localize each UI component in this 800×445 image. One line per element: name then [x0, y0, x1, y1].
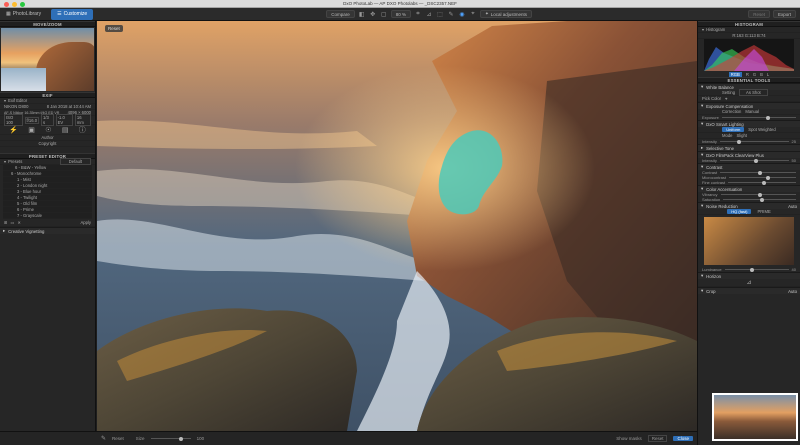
crop-section[interactable]: ▾ Crop Auto	[698, 287, 800, 294]
close-local-button[interactable]: Close	[673, 436, 693, 441]
presets-filter-select[interactable]: Default	[59, 158, 91, 165]
window-title: DxO PhotoLab — AP DXO Photolabs — _DSC23…	[343, 1, 457, 6]
metering-icon: ▣	[28, 126, 35, 134]
chevron-down-icon: ▾	[701, 84, 704, 89]
contrast-section[interactable]: ▾ Contrast	[698, 163, 800, 170]
histogram-graph	[704, 39, 794, 71]
perspective-icon[interactable]: ⬚	[436, 10, 444, 18]
local-adjustments-button[interactable]: ✦ Local adjustments	[479, 10, 533, 18]
chevron-down-icon: ▾	[4, 159, 7, 164]
move-zoom-header: MOVE/ZOOM	[0, 21, 95, 27]
reset-local-button[interactable]: Reset	[647, 435, 668, 442]
trash-icon[interactable]: ✕	[17, 220, 21, 225]
navigator-thumbnail[interactable]	[1, 28, 94, 91]
brush-icon[interactable]: ✎	[101, 435, 106, 442]
brush-icon: ✦	[484, 11, 489, 16]
noise-reduction-section[interactable]: ▾ Noise Reduction Auto	[698, 202, 800, 209]
exif-icons-row: ⚡ ▣ ☉ ▤ ⓘ	[0, 125, 95, 135]
hq-fast-button[interactable]: HQ (fast)	[727, 209, 752, 214]
photo-canvas[interactable]	[97, 21, 697, 431]
filmstrip-thumbnail[interactable]	[712, 393, 798, 441]
close-window-button[interactable]	[4, 1, 9, 7]
zoom-select[interactable]: 80 %	[390, 10, 411, 18]
tab-customize[interactable]: ☰ Customize	[51, 8, 94, 20]
repair-icon[interactable]: ✎	[447, 10, 455, 18]
horizon-section[interactable]: ▾ Horizon	[698, 272, 800, 279]
horizon-icon[interactable]: ⊿	[425, 10, 433, 18]
size-label: Size	[135, 436, 145, 441]
spot-weighted-button[interactable]: Spot Weighted	[748, 127, 775, 132]
chevron-down-icon: ▾	[701, 121, 704, 126]
navigator-sea	[1, 68, 46, 91]
chevron-down-icon: ▾	[4, 98, 7, 103]
smart-lighting-section[interactable]: ▾ DxO Smart Lighting	[698, 120, 800, 127]
move-icon[interactable]: ✥	[369, 10, 377, 18]
maximize-window-button[interactable]	[20, 1, 25, 7]
local-adjust-bar: ✎ Reset Size 100 Show masks Reset Close	[97, 431, 697, 445]
clearview-section[interactable]: ▾ DxO FilmPack ClearView Plus	[698, 151, 800, 158]
eyedropper-icon[interactable]: ⌖	[469, 10, 477, 18]
window-controls	[4, 1, 25, 7]
fit-icon[interactable]: ▢	[380, 10, 388, 18]
channel-rgb[interactable]: RGB	[728, 71, 742, 77]
chevron-down-icon: ▾	[701, 203, 704, 208]
exposure-section[interactable]: ▾ Exposure Compensation	[698, 102, 800, 109]
show-masks-toggle[interactable]: Show masks	[616, 436, 642, 441]
reset-mask-button[interactable]: Reset	[112, 436, 124, 441]
left-bottom-bar	[0, 431, 97, 445]
chevron-right-icon: ▸	[701, 145, 704, 150]
level-icon[interactable]: ⊿	[746, 279, 751, 286]
minimize-window-button[interactable]	[12, 1, 17, 7]
noise-preview	[704, 217, 794, 265]
chevron-down-icon: ▾	[701, 288, 704, 293]
raw-icon: ▤	[61, 126, 69, 134]
compare-button[interactable]: Compare	[326, 10, 355, 18]
preset-list: 6 - B&W - Yellow 6 - Monochrome 1 - Mist…	[3, 165, 92, 219]
reset-button[interactable]: Reset	[748, 10, 770, 18]
sun-glow	[97, 21, 697, 431]
zoom-value: 100	[196, 436, 205, 441]
main-toolbar: ▦ PhotoLibrary ☰ Customize Compare ◧ ✥ ▢ 8…	[0, 8, 800, 21]
export-button[interactable]: Export	[772, 10, 796, 18]
apply-button[interactable]: Apply	[81, 220, 91, 225]
sliders-icon: ☰	[57, 11, 62, 17]
creative-vignetting-row[interactable]: ▸ Creative Vignetting	[0, 227, 95, 234]
crop-icon[interactable]: ⌗	[414, 10, 422, 18]
channel-l[interactable]: L	[767, 72, 769, 77]
chevron-down-icon: ▾	[701, 273, 704, 278]
right-panel: HISTOGRAM ▾ Histogram R:163 G:113 B:74 RG…	[697, 21, 800, 445]
left-panel: MOVE/ZOOM EXIF ▾ Exif Editor NIKON D800 8 …	[0, 21, 96, 431]
chevron-down-icon: ▾	[701, 103, 704, 108]
eyedropper-icon[interactable]: ⌖	[725, 96, 727, 101]
uniform-button[interactable]: Uniform	[722, 127, 745, 132]
channel-g[interactable]: G	[753, 72, 756, 77]
grid-icon: ▦	[6, 11, 11, 17]
folder-icon[interactable]: ▭	[11, 220, 15, 225]
horizon-tool-row: ⊿	[698, 279, 800, 287]
channel-r[interactable]: R	[746, 72, 749, 77]
tab-photolibrary[interactable]: ▦ PhotoLibrary	[0, 9, 47, 20]
selective-tone-section[interactable]: ▸ Selective Tone	[698, 144, 800, 151]
title-bar: DxO PhotoLab — AP DXO Photolabs — _DSC23…	[0, 0, 800, 8]
before-after-icon[interactable]: ◧	[358, 10, 366, 18]
noise-mode-row: HQ (fast) PRIME	[698, 209, 800, 215]
info-icon: ⓘ	[78, 126, 86, 134]
prime-button[interactable]: PRIME	[757, 209, 770, 214]
channel-b[interactable]: B	[760, 72, 763, 77]
chevron-down-icon: ▾	[702, 27, 705, 32]
exposure-mode-icon: ☉	[45, 126, 52, 134]
flash-off-icon: ⚡	[9, 126, 18, 134]
size-slider[interactable]	[150, 436, 191, 441]
new-preset-icon[interactable]: ⊞	[4, 220, 8, 225]
reset-badge[interactable]: Reset	[105, 25, 123, 32]
color-accentuation-section[interactable]: ▾ Color Accentuation	[698, 185, 800, 192]
photo-viewer[interactable]: Reset	[97, 21, 697, 431]
local-adjust-icon[interactable]: ◉	[458, 10, 466, 18]
chevron-right-icon: ▸	[3, 228, 6, 233]
preset-actions-row: ⊞ ▭ ✕ Apply	[0, 219, 95, 227]
